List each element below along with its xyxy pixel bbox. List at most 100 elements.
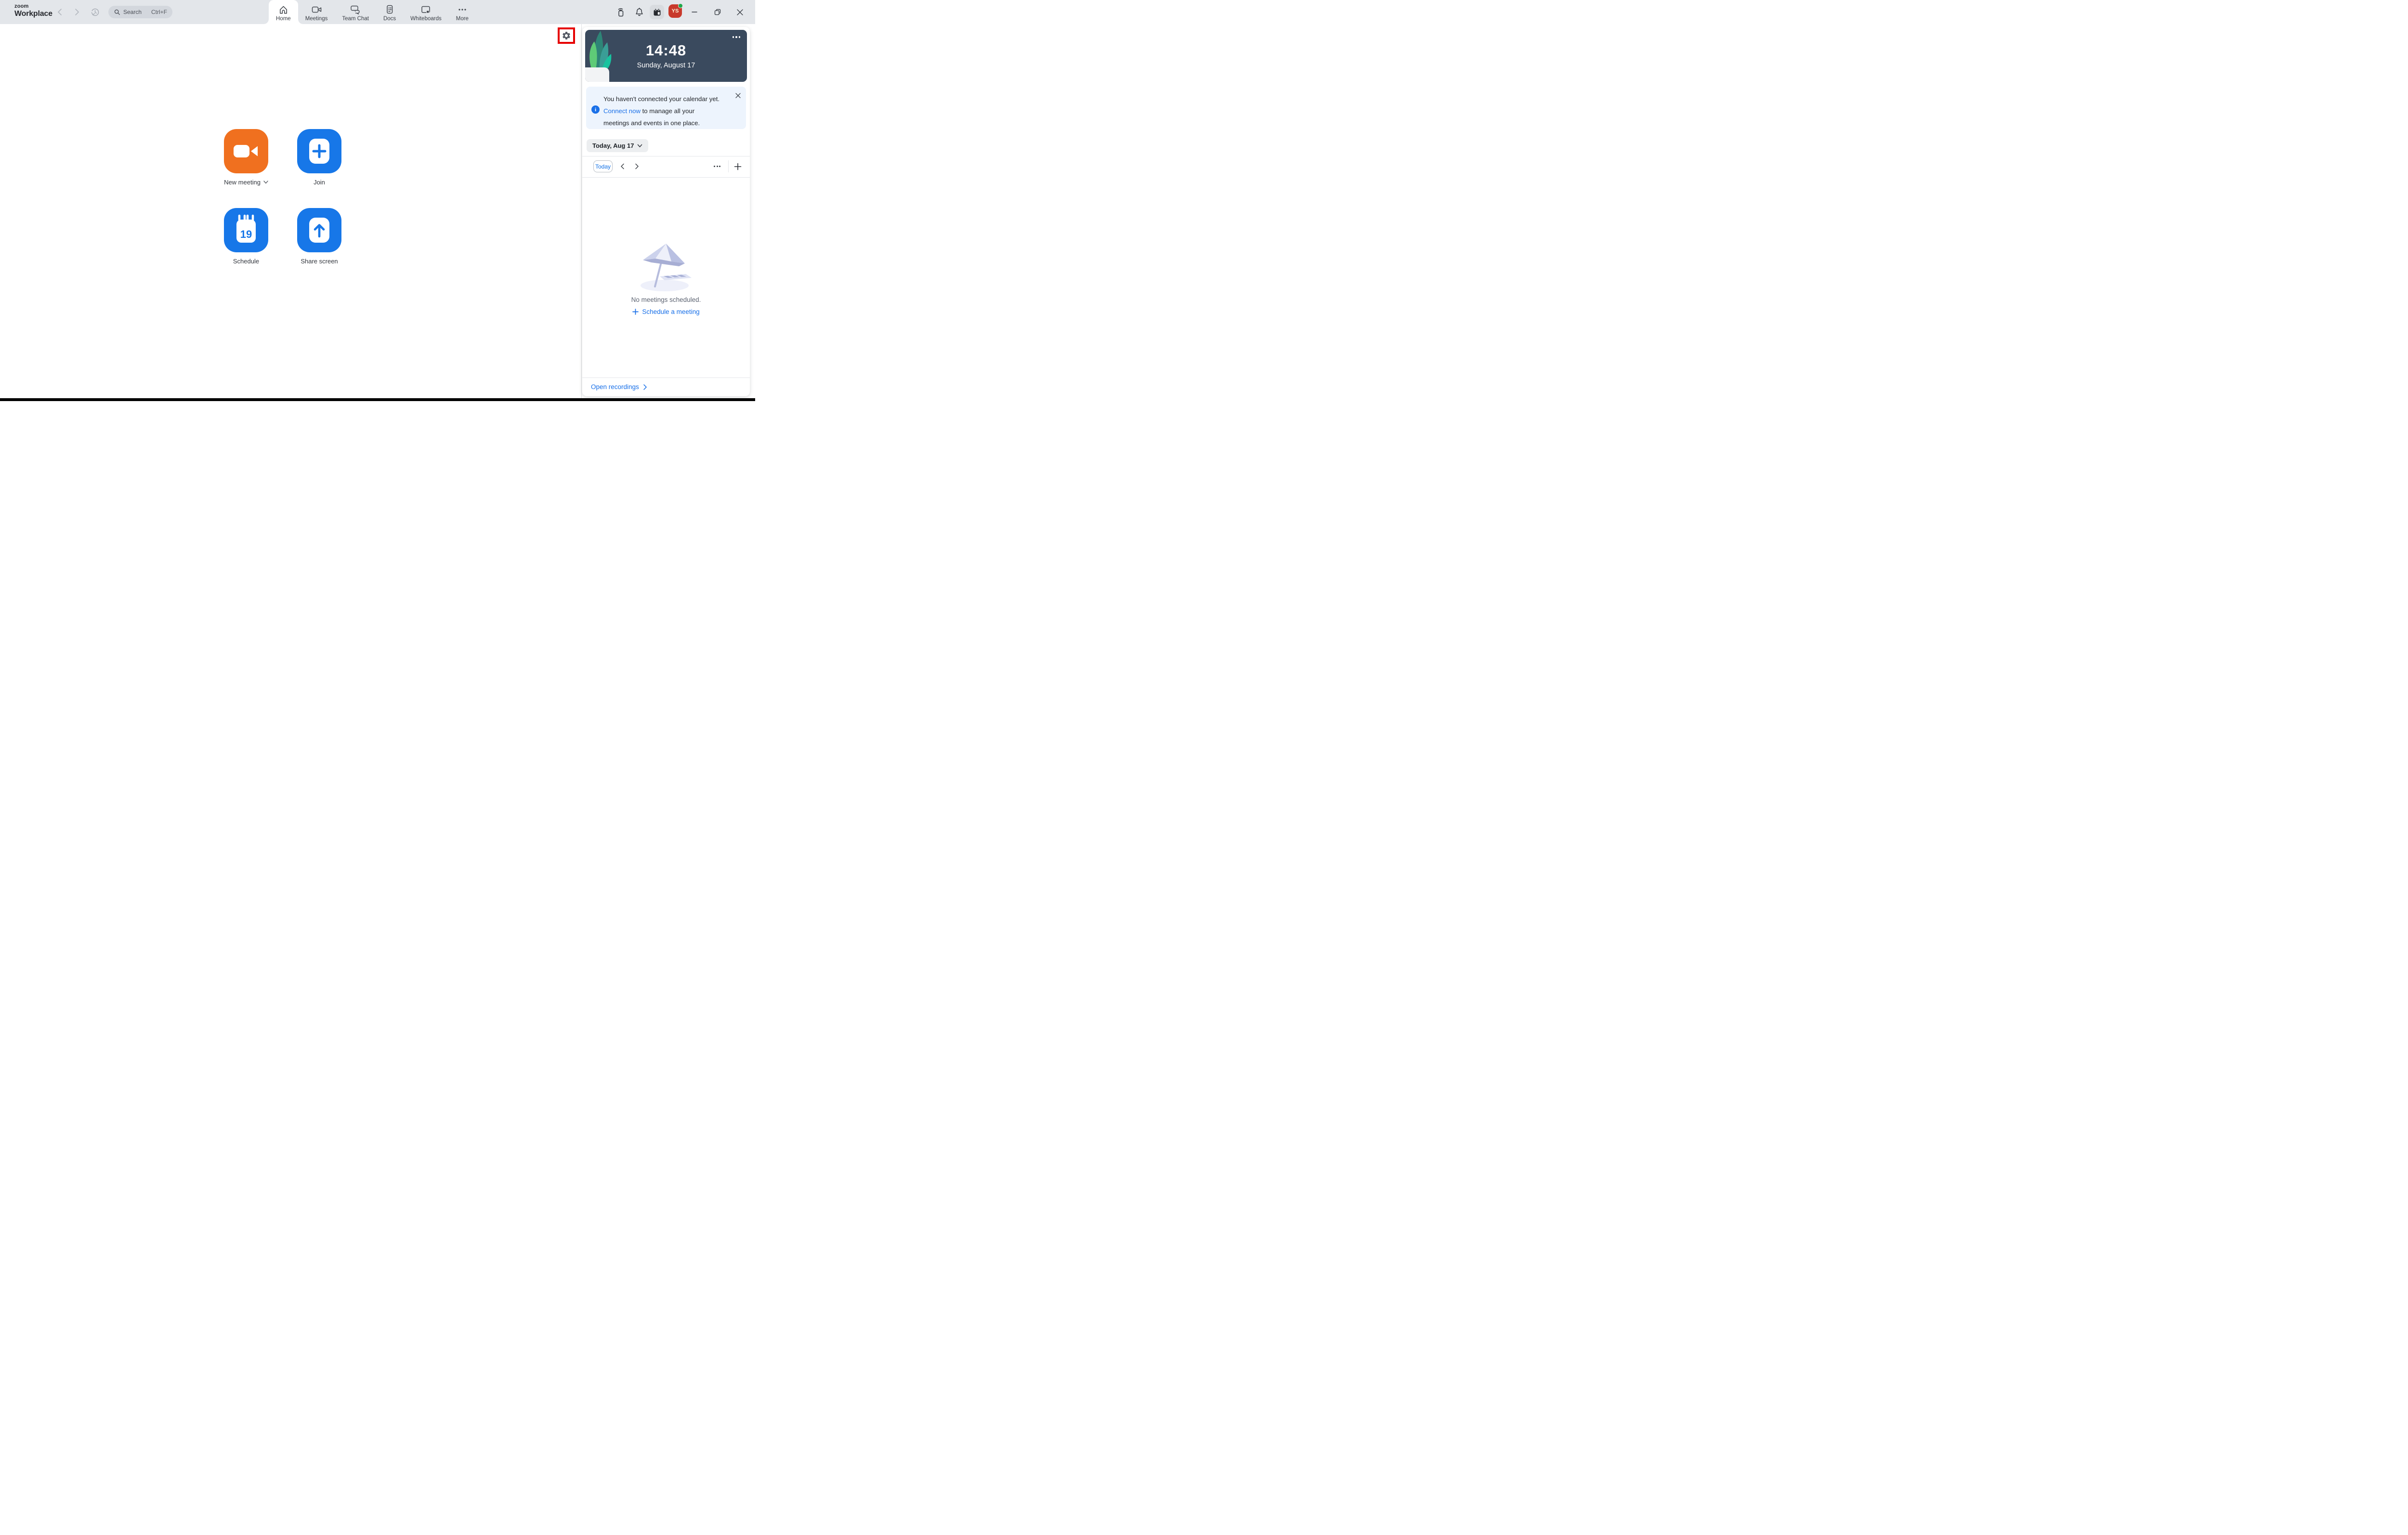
banner-close-button[interactable] bbox=[735, 93, 741, 98]
clock-menu-button[interactable] bbox=[732, 36, 740, 38]
date-selector-label: Today, Aug 17 bbox=[592, 142, 634, 149]
back-button[interactable] bbox=[52, 0, 67, 24]
chevron-right-icon bbox=[75, 9, 79, 15]
notifications-button[interactable] bbox=[631, 0, 647, 24]
plant-illustration bbox=[585, 31, 612, 82]
calendar-icon bbox=[654, 8, 660, 15]
docs-icon bbox=[385, 4, 394, 14]
search-input[interactable]: Search Ctrl+F bbox=[108, 6, 172, 18]
close-icon bbox=[736, 9, 743, 15]
chevron-left-icon bbox=[620, 163, 624, 169]
svg-text:19: 19 bbox=[240, 228, 252, 240]
share-screen-button[interactable] bbox=[297, 208, 341, 252]
schedule-a-meeting-link[interactable]: Schedule a meeting bbox=[582, 308, 750, 315]
beach-umbrella-illustration bbox=[641, 244, 692, 291]
chevron-right-icon bbox=[643, 384, 647, 390]
chevron-down-icon bbox=[638, 144, 642, 147]
tab-label: More bbox=[456, 16, 469, 22]
home-content: New meeting Join 19 Schedule Share scree… bbox=[0, 24, 581, 398]
banner-line1: You haven't connected your calendar yet. bbox=[603, 95, 720, 103]
avatar-initials: YS bbox=[671, 8, 679, 14]
info-icon: i bbox=[591, 105, 600, 114]
annotation-highlight-box bbox=[558, 27, 575, 44]
close-icon bbox=[735, 93, 741, 98]
team-chat-icon bbox=[350, 4, 361, 14]
maximize-button[interactable] bbox=[709, 0, 726, 24]
tab-label: Home bbox=[276, 16, 291, 22]
chevron-down-icon[interactable] bbox=[263, 181, 268, 184]
quick-action-new-meeting: New meeting bbox=[224, 129, 268, 186]
connect-now-link[interactable]: Connect now bbox=[603, 107, 641, 115]
banner-line3: meetings and events in one place. bbox=[603, 119, 700, 127]
tab-whiteboards[interactable]: Whiteboards bbox=[403, 0, 449, 24]
quick-action-schedule: 19 Schedule bbox=[224, 208, 268, 265]
history-button[interactable] bbox=[88, 0, 102, 24]
add-meeting-button[interactable] bbox=[733, 160, 743, 172]
online-status-dot bbox=[678, 3, 683, 8]
logo-line2: Workplace bbox=[14, 10, 52, 18]
search-placeholder: Search bbox=[123, 9, 142, 15]
plus-icon bbox=[632, 309, 639, 315]
divider bbox=[582, 377, 750, 378]
connect-device-icon bbox=[618, 8, 624, 17]
meetings-camera-icon bbox=[311, 4, 322, 14]
quick-action-label: Share screen bbox=[301, 258, 338, 265]
divider bbox=[582, 177, 750, 178]
tab-docs[interactable]: Docs bbox=[376, 0, 403, 24]
quick-action-label: Join bbox=[314, 179, 325, 186]
logo-line1: zoom bbox=[14, 3, 29, 9]
home-icon bbox=[278, 4, 288, 14]
bottom-edge-bar bbox=[0, 398, 755, 401]
close-button[interactable] bbox=[732, 0, 748, 24]
new-meeting-button[interactable] bbox=[224, 129, 268, 173]
schedule-button[interactable]: 19 bbox=[224, 208, 268, 252]
panel-divider bbox=[581, 24, 582, 398]
calendar-panel: 14:48 Sunday, August 17 i You haven't co… bbox=[582, 27, 750, 396]
quick-action-join: Join bbox=[297, 129, 341, 186]
open-recordings-link[interactable]: Open recordings bbox=[591, 383, 647, 390]
tab-home[interactable]: Home bbox=[264, 0, 303, 24]
whiteboards-icon bbox=[420, 4, 431, 14]
chevron-right-icon bbox=[635, 163, 639, 169]
forward-button[interactable] bbox=[70, 0, 84, 24]
tab-label: Docs bbox=[383, 16, 396, 22]
toolbar-divider bbox=[728, 160, 729, 172]
quick-action-label: New meeting bbox=[224, 179, 261, 186]
ellipsis-icon bbox=[714, 166, 720, 167]
quick-action-label: Schedule bbox=[233, 258, 260, 265]
avatar[interactable]: YS bbox=[668, 3, 683, 18]
join-plus-icon bbox=[309, 139, 329, 164]
search-icon bbox=[114, 9, 120, 15]
next-day-button[interactable] bbox=[632, 160, 641, 172]
calendar-button[interactable] bbox=[650, 5, 664, 19]
tab-meetings[interactable]: Meetings bbox=[298, 0, 335, 24]
today-button[interactable]: Today bbox=[593, 160, 613, 172]
bell-icon bbox=[635, 8, 643, 16]
tab-more[interactable]: More bbox=[449, 0, 476, 24]
join-button[interactable] bbox=[297, 129, 341, 173]
schedule-calendar-icon: 19 bbox=[236, 214, 256, 243]
tab-label: Meetings bbox=[305, 16, 328, 22]
video-camera-icon bbox=[234, 145, 258, 157]
main-tabs: Home Meetings Team Chat Docs Whiteboards… bbox=[264, 0, 476, 24]
gear-icon bbox=[563, 32, 570, 39]
tab-team-chat[interactable]: Team Chat bbox=[335, 0, 376, 24]
banner-line2: Connect now to manage all your bbox=[603, 107, 695, 115]
plus-icon bbox=[734, 163, 742, 170]
more-ellipsis-icon bbox=[458, 4, 467, 14]
connect-device-button[interactable] bbox=[613, 0, 629, 24]
zoom-workplace-logo: zoom Workplace bbox=[14, 4, 52, 18]
empty-state-message: No meetings scheduled. bbox=[631, 296, 701, 303]
chevron-left-icon bbox=[58, 9, 62, 15]
minimize-button[interactable] bbox=[686, 0, 703, 24]
history-clock-icon bbox=[91, 8, 99, 16]
minimize-icon bbox=[692, 12, 697, 13]
search-shortcut: Ctrl+F bbox=[151, 9, 167, 15]
quick-action-share-screen: Share screen bbox=[297, 208, 341, 265]
calendar-more-button[interactable] bbox=[712, 160, 722, 172]
prev-day-button[interactable] bbox=[617, 160, 627, 172]
calendar-connect-banner: i You haven't connected your calendar ye… bbox=[586, 87, 746, 129]
settings-gear-button[interactable] bbox=[562, 31, 571, 40]
date-selector-dropdown[interactable]: Today, Aug 17 bbox=[587, 139, 649, 152]
clock-widget: 14:48 Sunday, August 17 bbox=[585, 30, 747, 82]
